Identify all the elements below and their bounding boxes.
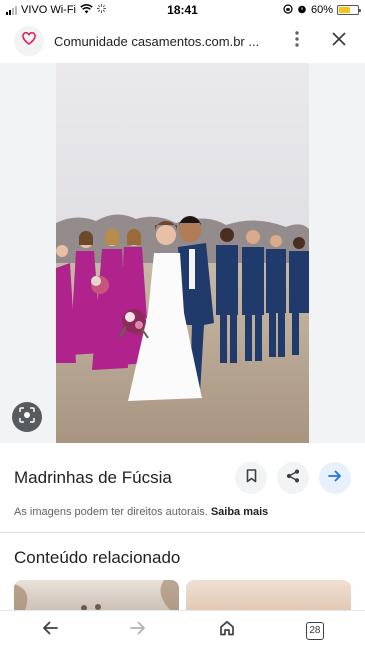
divider xyxy=(0,532,365,533)
arrow-back-icon xyxy=(42,621,59,640)
page-title[interactable]: Comunidade casamentos.com.br ... xyxy=(54,34,275,49)
signal-icon xyxy=(6,5,17,15)
close-button[interactable] xyxy=(325,27,353,55)
screen-rotation-lock-icon xyxy=(283,3,293,17)
alarm-icon xyxy=(297,4,307,17)
tabs-button[interactable]: 28 xyxy=(293,615,337,647)
visit-button[interactable] xyxy=(319,462,351,494)
tab-count: 28 xyxy=(305,621,324,640)
heart-icon xyxy=(22,31,36,50)
battery-icon xyxy=(337,5,361,15)
copyright-text: As imagens podem ter direitos autorais. xyxy=(14,506,208,518)
related-thumbnail[interactable] xyxy=(186,580,351,612)
battery-percent: 60% xyxy=(310,4,333,16)
image-viewer xyxy=(0,63,365,443)
back-button[interactable] xyxy=(28,615,72,647)
home-button[interactable] xyxy=(205,615,249,647)
related-thumbnail[interactable] xyxy=(14,580,179,612)
status-bar: VIVO Wi-Fi 18:41 60% xyxy=(0,0,365,20)
related-content-heading: Conteúdo relacionado xyxy=(14,548,181,567)
copyright-notice: As imagens podem ter direitos autorais. S… xyxy=(14,506,268,518)
carrier-label: VIVO Wi-Fi xyxy=(21,4,76,16)
status-left: VIVO Wi-Fi xyxy=(6,3,106,17)
loading-icon xyxy=(97,4,106,16)
image-info-row: Madrinhas de Fúcsia xyxy=(0,460,365,496)
share-icon xyxy=(286,469,300,488)
home-icon xyxy=(219,620,235,641)
site-favicon xyxy=(14,26,44,56)
share-button[interactable] xyxy=(277,462,309,494)
forward-button[interactable] xyxy=(116,615,160,647)
save-button[interactable] xyxy=(235,462,267,494)
status-right: 60% xyxy=(283,3,361,17)
more-options-button[interactable] xyxy=(283,27,311,55)
close-icon xyxy=(332,31,346,51)
wedding-photo[interactable] xyxy=(56,63,309,443)
bottom-toolbar: 28 xyxy=(0,610,365,650)
wifi-icon xyxy=(80,3,93,17)
arrow-forward-icon xyxy=(130,621,146,640)
learn-more-link[interactable]: Saiba mais xyxy=(211,506,268,518)
more-vert-icon xyxy=(295,30,299,52)
google-lens-button[interactable] xyxy=(12,402,42,432)
arrow-forward-icon xyxy=(328,469,342,487)
lens-icon xyxy=(19,406,35,428)
image-title: Madrinhas de Fúcsia xyxy=(14,468,172,487)
browser-header: Comunidade casamentos.com.br ... xyxy=(0,20,365,62)
bookmark-icon xyxy=(246,468,257,488)
